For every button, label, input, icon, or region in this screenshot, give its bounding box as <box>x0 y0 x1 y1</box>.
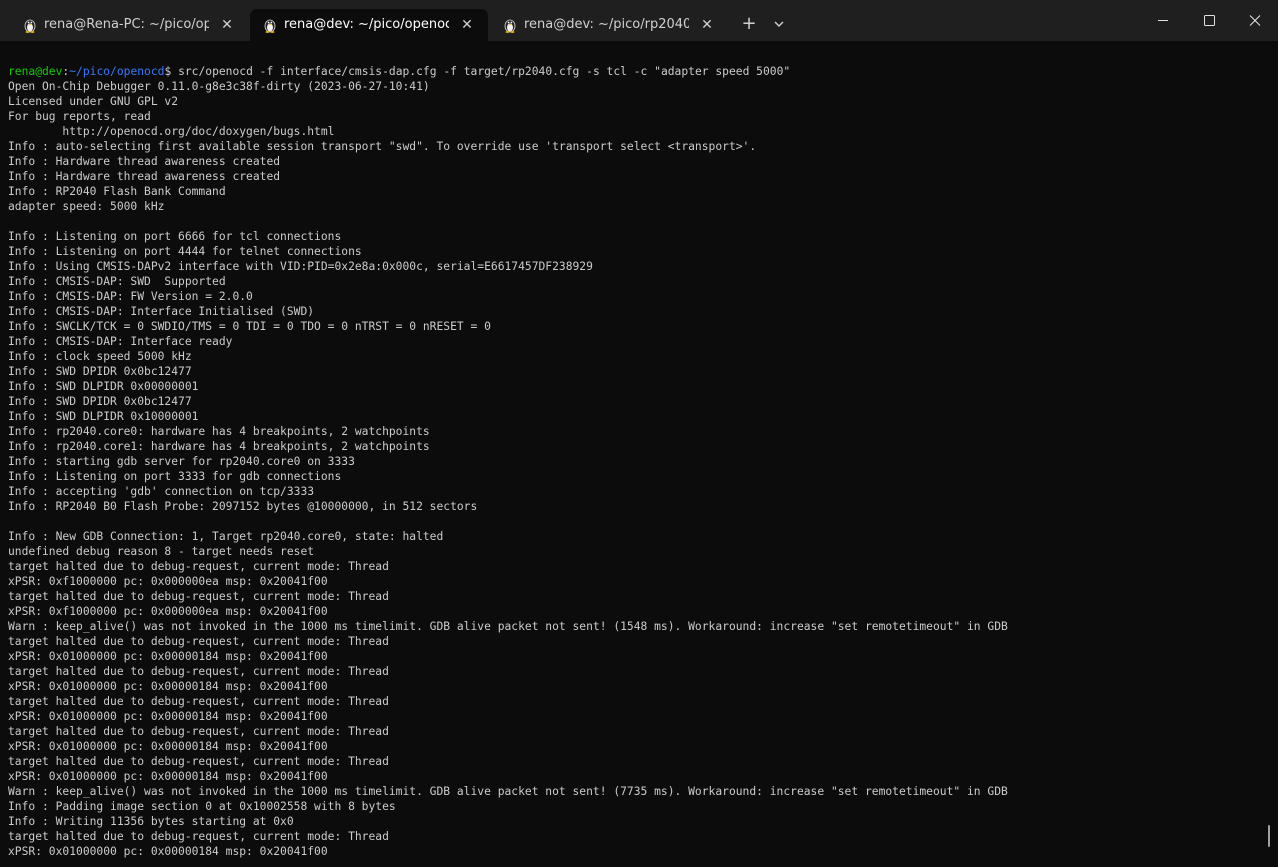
output-line: Warn : keep_alive() was not invoked in t… <box>8 620 1008 633</box>
tab-dev-openocd[interactable]: rena@dev: ~/pico/openocd ✕ <box>250 9 488 41</box>
output-line: Open On-Chip Debugger 0.11.0-g8e3c38f-di… <box>8 80 430 93</box>
maximize-icon <box>1204 15 1215 26</box>
chevron-down-icon <box>774 21 784 27</box>
output-line: Licensed under GNU GPL v2 <box>8 95 179 108</box>
output-line: target halted due to debug-request, curr… <box>8 725 389 738</box>
linux-penguin-icon <box>504 19 516 33</box>
output-line: Info : Padding image section 0 at 0x1000… <box>8 800 396 813</box>
command-line: rena@dev:~/pico/openocd$ src/openocd -f … <box>8 64 1263 79</box>
tab-rena-pc-openocd[interactable]: rena@Rena-PC: ~/pico/openo ✕ <box>10 9 246 41</box>
output-line: Info : starting gdb server for rp2040.co… <box>8 455 355 468</box>
output-line: Info : rp2040.core1: hardware has 4 brea… <box>8 440 430 453</box>
output-line: xPSR: 0x01000000 pc: 0x00000184 msp: 0x2… <box>8 740 328 753</box>
output-line: target halted due to debug-request, curr… <box>8 590 389 603</box>
output-line: Info : CMSIS-DAP: Interface ready <box>8 335 233 348</box>
output-line: adapter speed: 5000 kHz <box>8 200 165 213</box>
linux-penguin-icon <box>24 19 36 33</box>
output-line: Info : CMSIS-DAP: Interface Initialised … <box>8 305 315 318</box>
tab-dropdown-button[interactable] <box>764 10 794 38</box>
output-line: Info : New GDB Connection: 1, Target rp2… <box>8 530 444 543</box>
output-line: Info : accepting 'gdb' connection on tcp… <box>8 485 315 498</box>
output-line: Info : SWD DPIDR 0x0bc12477 <box>8 395 192 408</box>
output-line: Info : Listening on port 3333 for gdb co… <box>8 470 342 483</box>
maximize-button[interactable] <box>1186 0 1232 41</box>
prompt-command: src/openocd -f interface/cmsis-dap.cfg -… <box>171 65 791 78</box>
output-line: Info : auto-selecting first available se… <box>8 140 757 153</box>
output-line: Info : Listening on port 6666 for tcl co… <box>8 230 342 243</box>
scrollbar-thumb[interactable] <box>1268 825 1270 847</box>
output-line: target halted due to debug-request, curr… <box>8 830 389 843</box>
tab-label: rena@dev: ~/pico/openocd <box>284 17 449 32</box>
output-line: Info : Listening on port 4444 for telnet… <box>8 245 362 258</box>
output-line: xPSR: 0x01000000 pc: 0x00000184 msp: 0x2… <box>8 680 328 693</box>
close-icon[interactable]: ✕ <box>698 16 716 34</box>
output-line: Info : Writing 11356 bytes starting at 0… <box>8 815 294 828</box>
tab-label: rena@Rena-PC: ~/pico/openo <box>44 17 209 32</box>
output-line: Info : rp2040.core0: hardware has 4 brea… <box>8 425 430 438</box>
output-line: xPSR: 0x01000000 pc: 0x00000184 msp: 0x2… <box>8 770 328 783</box>
output-line: Info : clock speed 5000 kHz <box>8 350 192 363</box>
output-line: Info : SWCLK/TCK = 0 SWDIO/TMS = 0 TDI =… <box>8 320 491 333</box>
close-icon[interactable]: ✕ <box>218 16 236 34</box>
output-line: xPSR: 0xf1000000 pc: 0x000000ea msp: 0x2… <box>8 605 328 618</box>
output-line: target halted due to debug-request, curr… <box>8 695 389 708</box>
minimize-icon <box>1158 20 1168 21</box>
output-line: xPSR: 0xf1000000 pc: 0x000000ea msp: 0x2… <box>8 575 328 588</box>
title-bar: rena@Rena-PC: ~/pico/openo ✕ rena@dev: ~… <box>0 0 1278 41</box>
minimize-button[interactable] <box>1140 0 1186 41</box>
output-line: xPSR: 0x01000000 pc: 0x00000184 msp: 0x2… <box>8 710 328 723</box>
close-window-button[interactable] <box>1232 0 1278 41</box>
output-line: xPSR: 0x01000000 pc: 0x00000184 msp: 0x2… <box>8 845 328 858</box>
output-line: Info : SWD DLPIDR 0x10000001 <box>8 410 199 423</box>
output-line: target halted due to debug-request, curr… <box>8 755 389 768</box>
linux-penguin-icon <box>264 19 276 33</box>
output-line: target halted due to debug-request, curr… <box>8 665 389 678</box>
output-line: Info : SWD DLPIDR 0x00000001 <box>8 380 199 393</box>
output-line: Info : Using CMSIS-DAPv2 interface with … <box>8 260 593 273</box>
output-line: target halted due to debug-request, curr… <box>8 560 389 573</box>
tab-label: rena@dev: ~/pico/rp2040-pro <box>524 17 689 32</box>
new-tab-button[interactable]: + <box>734 10 764 38</box>
close-icon[interactable]: ✕ <box>458 16 476 34</box>
output-line: Info : CMSIS-DAP: FW Version = 2.0.0 <box>8 290 253 303</box>
output-line: Info : Hardware thread awareness created <box>8 155 281 168</box>
output-lines: Open On-Chip Debugger 0.11.0-g8e3c38f-di… <box>8 79 1263 859</box>
output-line: xPSR: 0x01000000 pc: 0x00000184 msp: 0x2… <box>8 650 328 663</box>
output-line: Warn : keep_alive() was not invoked in t… <box>8 785 1008 798</box>
output-line: target halted due to debug-request, curr… <box>8 635 389 648</box>
output-line: Info : RP2040 B0 Flash Probe: 2097152 by… <box>8 500 478 513</box>
terminal-output[interactable]: rena@dev:~/pico/openocd$ src/openocd -f … <box>8 64 1263 864</box>
prompt-path: ~/pico/openocd <box>69 65 165 78</box>
close-icon <box>1249 15 1261 26</box>
prompt-user-host: rena@dev <box>8 65 63 78</box>
output-line: Info : SWD DPIDR 0x0bc12477 <box>8 365 192 378</box>
output-line: Info : RP2040 Flash Bank Command <box>8 185 226 198</box>
tab-dev-rp2040[interactable]: rena@dev: ~/pico/rp2040-pro ✕ <box>490 9 726 41</box>
output-line: Info : CMSIS-DAP: SWD Supported <box>8 275 226 288</box>
output-line: undefined debug reason 8 - target needs … <box>8 545 315 558</box>
output-line: http://openocd.org/doc/doxygen/bugs.html <box>8 125 335 138</box>
output-line: Info : Hardware thread awareness created <box>8 170 281 183</box>
output-line: For bug reports, read <box>8 110 151 123</box>
